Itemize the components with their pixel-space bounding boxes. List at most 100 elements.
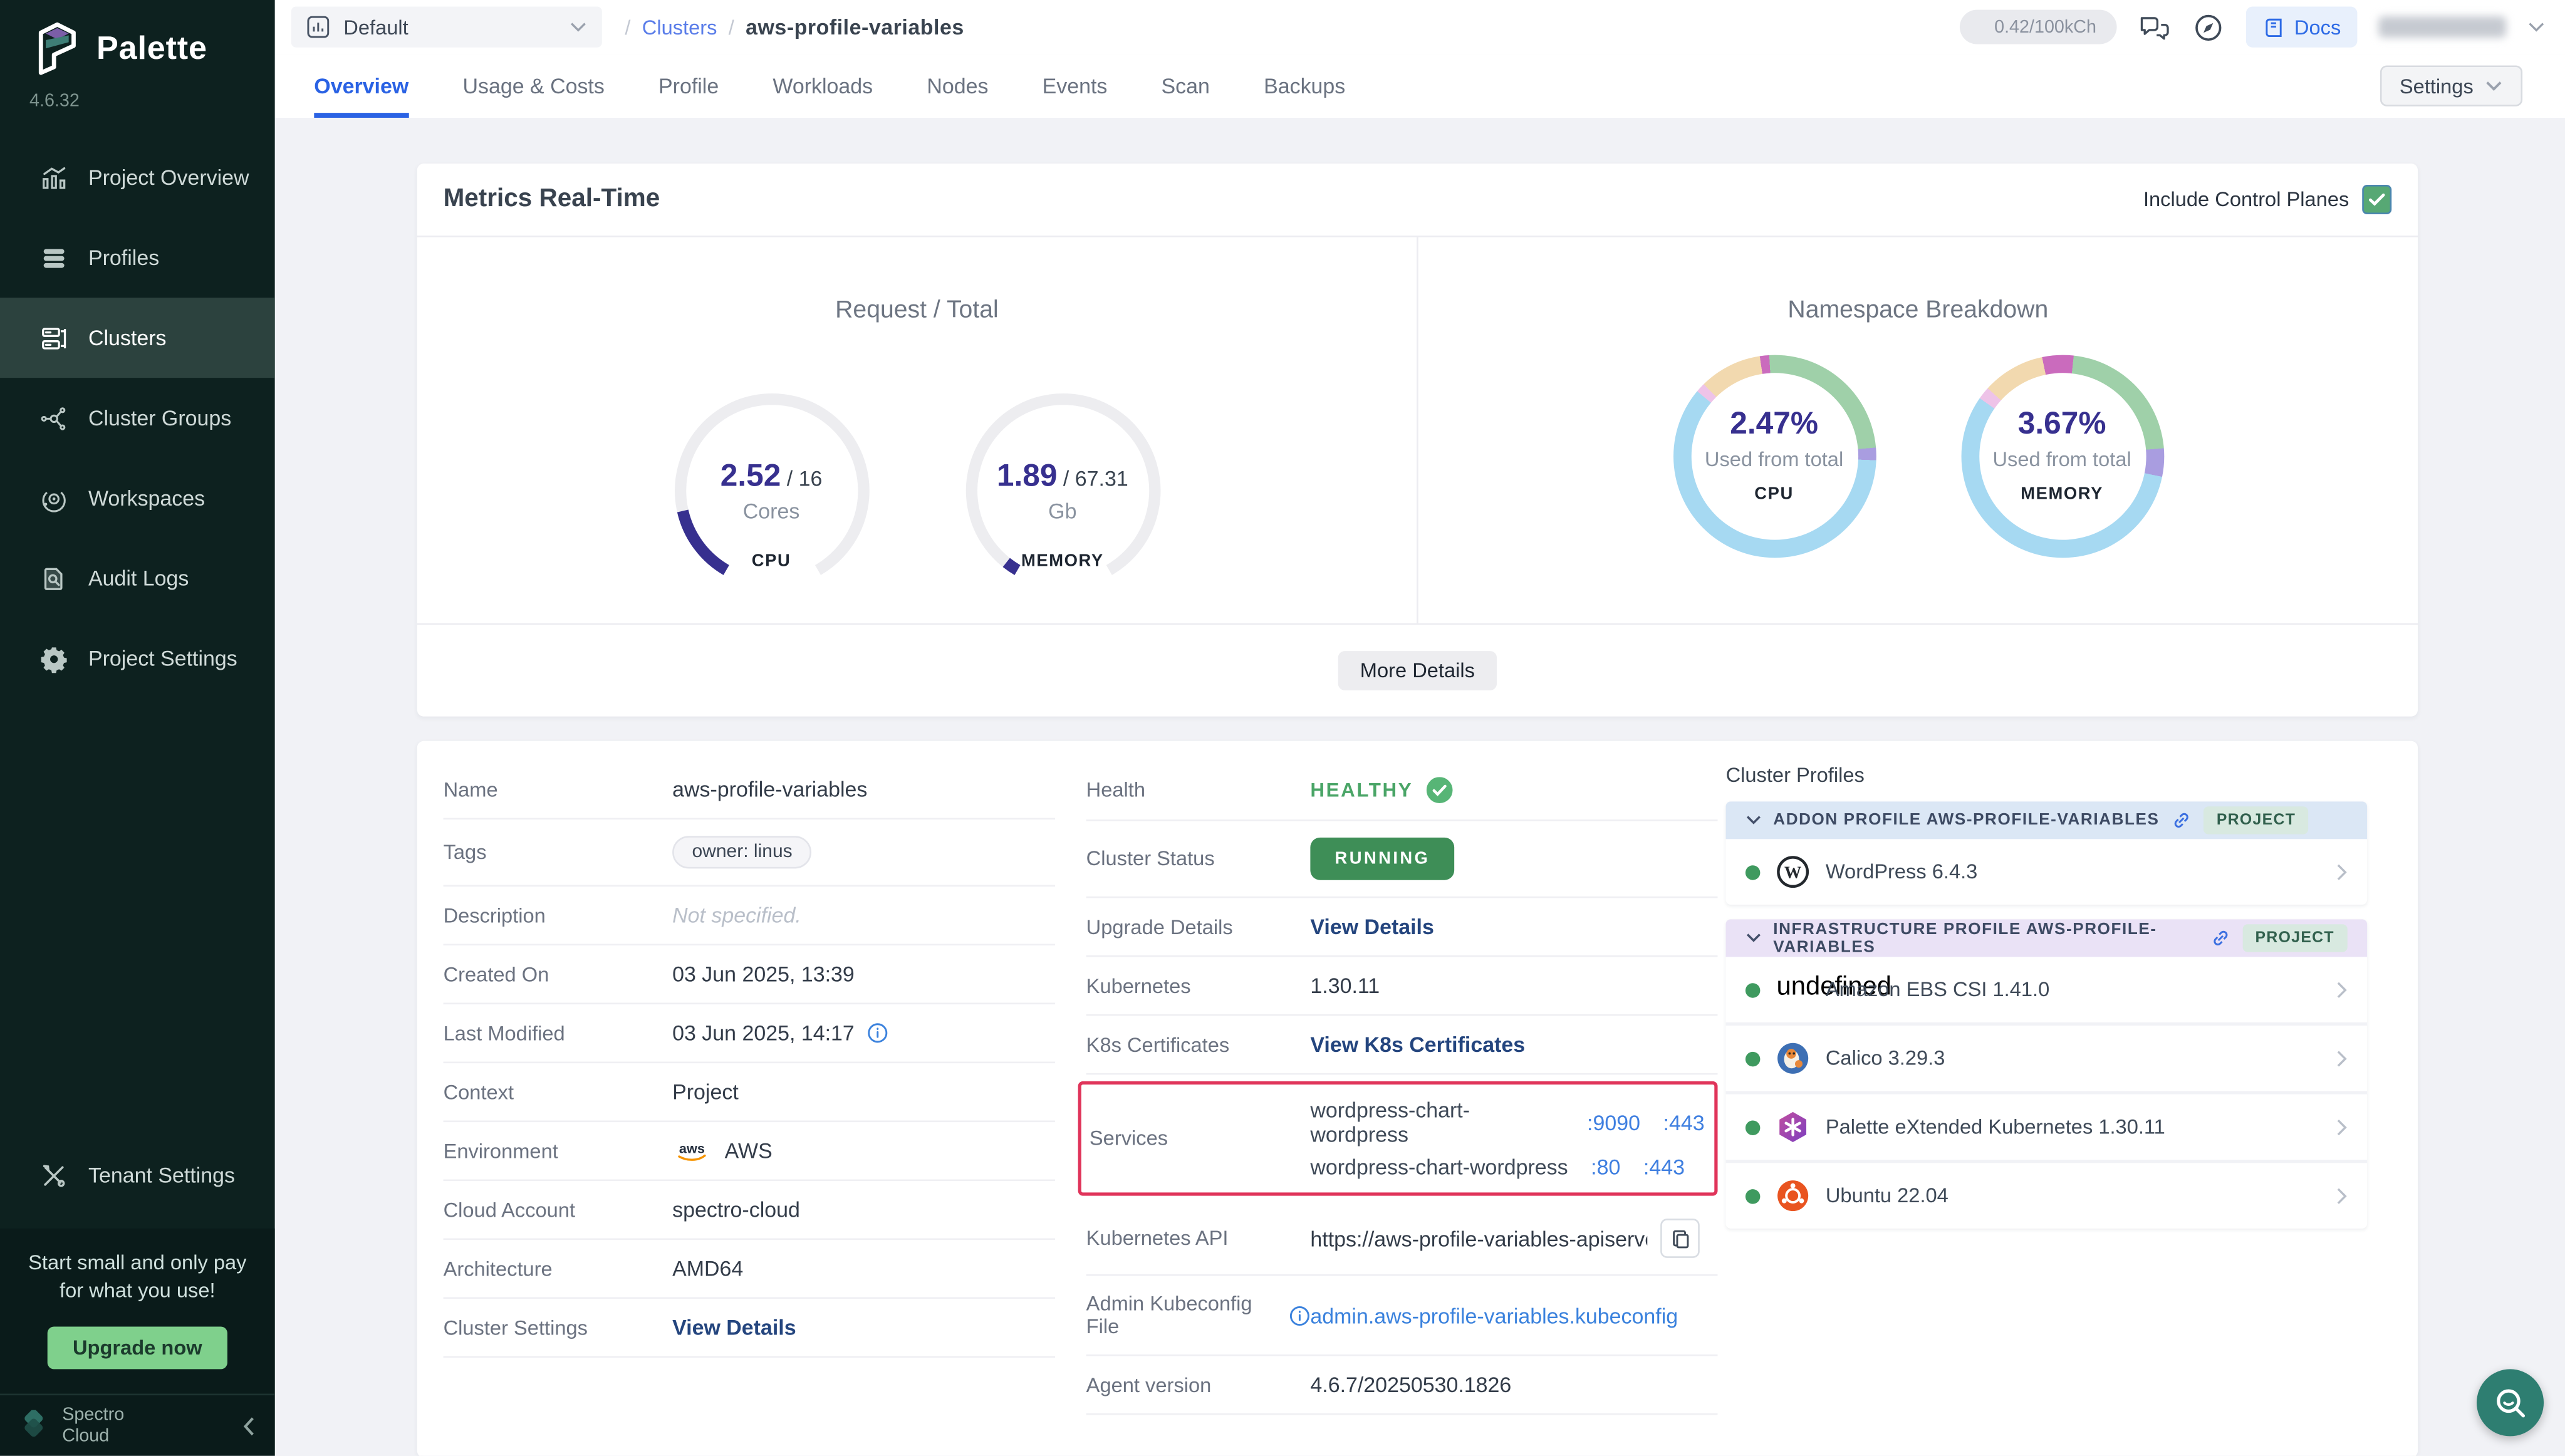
donut-value: 2.47% xyxy=(1673,407,1876,443)
detail-label: Description xyxy=(444,904,673,927)
upgrade-details-link[interactable]: View Details xyxy=(1310,915,1433,939)
chevron-down-icon xyxy=(2485,80,2503,93)
profile-item-ubuntu-22-04[interactable]: Ubuntu 22.04 xyxy=(1726,1163,2368,1228)
detail-value-text: Project xyxy=(672,1079,739,1104)
sidebar-item-profiles[interactable]: Profiles xyxy=(0,217,275,298)
detail-row-name: Name aws-profile-variables xyxy=(444,761,1056,819)
breadcrumb-separator xyxy=(625,16,630,39)
promo-text: Start small and only pay for what you us… xyxy=(13,1250,262,1305)
tab-backups[interactable]: Backups xyxy=(1264,54,1345,118)
link-icon xyxy=(2171,809,2192,831)
tag-pill: owner: linus xyxy=(672,836,812,868)
service-port-link[interactable]: :9090 xyxy=(1587,1110,1640,1135)
usage-credits-badge[interactable]: 0.42/100kCh xyxy=(1959,10,2116,44)
chevron-down-icon xyxy=(570,21,588,34)
bar-chart-icon xyxy=(39,163,69,192)
aws-logo-icon: aws xyxy=(672,1138,712,1163)
gauge-unit: Gb xyxy=(956,499,1168,523)
details-column-left: Name aws-profile-variables Tags owner: l… xyxy=(444,761,1056,1358)
sidebar-item-project-overview[interactable]: Project Overview xyxy=(0,137,275,217)
tab-scan[interactable]: Scan xyxy=(1162,54,1210,118)
sidebar-item-tenant-settings[interactable]: Tenant Settings xyxy=(0,1136,275,1216)
service-port-link[interactable]: :80 xyxy=(1591,1155,1620,1179)
tab-nodes[interactable]: Nodes xyxy=(927,54,988,118)
detail-row-tags: Tags owner: linus xyxy=(444,819,1056,887)
detail-label: Architecture xyxy=(444,1257,673,1281)
gauge-value: 1.89 / 67.31 xyxy=(956,460,1168,496)
settings-button[interactable]: Settings xyxy=(2380,65,2523,106)
sidebar-item-label: Workspaces xyxy=(88,486,205,510)
service-name: wordpress-chart-wordpress xyxy=(1310,1098,1564,1147)
settings-label: Settings xyxy=(2400,75,2474,98)
link-icon xyxy=(2209,927,2230,949)
app: Palette 4.6.32 Project Overview Profiles… xyxy=(0,0,2565,1456)
k8s-certificates-link[interactable]: View K8s Certificates xyxy=(1310,1032,1525,1057)
compass-icon[interactable] xyxy=(2191,11,2224,43)
tab-workloads[interactable]: Workloads xyxy=(773,54,873,118)
service-port-link[interactable]: :443 xyxy=(1663,1110,1705,1135)
breadcrumb-clusters-link[interactable]: Clusters xyxy=(642,16,717,39)
detail-label: Kubernetes xyxy=(1086,974,1311,997)
docs-button[interactable]: Docs xyxy=(2245,6,2358,47)
tab-overview[interactable]: Overview xyxy=(314,54,408,118)
cluster-settings-link[interactable]: View Details xyxy=(672,1315,796,1339)
more-details-button[interactable]: More Details xyxy=(1339,651,1496,690)
profile-item-amazon-ebs-csi-1-41-0[interactable]: undefined Amazon EBS CSI 1.41.0 xyxy=(1726,957,2368,1026)
status-dot xyxy=(1746,865,1760,879)
detail-value-text: Not specified. xyxy=(672,903,801,927)
project-badge: PROJECT xyxy=(2203,806,2309,834)
donut-cpu: 2.47% Used from total CPU xyxy=(1673,355,1876,558)
orbit-icon xyxy=(39,484,69,513)
tab-usage-costs[interactable]: Usage & Costs xyxy=(462,54,604,118)
profile-section-header[interactable]: ADDON PROFILE AWS-PROFILE-VARIABLES PROJ… xyxy=(1726,801,2368,839)
tab-events[interactable]: Events xyxy=(1043,54,1108,118)
info-icon[interactable] xyxy=(868,1022,889,1044)
user-menu-redacted[interactable] xyxy=(2378,16,2506,38)
chat-icon[interactable] xyxy=(2137,11,2170,43)
detail-row-architecture: Architecture AMD64 xyxy=(444,1240,1056,1299)
project-selector[interactable]: Default xyxy=(291,6,602,47)
copy-icon xyxy=(1669,1228,1690,1249)
sidebar-item-clusters[interactable]: Clusters xyxy=(0,298,275,378)
service-port-link[interactable]: :443 xyxy=(1643,1155,1685,1179)
donut-memory: 3.67% Used from total MEMORY xyxy=(1960,355,2163,558)
gauge-value: 2.52 / 16 xyxy=(665,460,877,496)
profile-section-header[interactable]: INFRASTRUCTURE PROFILE AWS-PROFILE-VARIA… xyxy=(1726,919,2368,957)
palette-logo-icon xyxy=(33,21,81,77)
collapse-sidebar-icon[interactable] xyxy=(242,1416,255,1435)
sidebar-item-audit-logs[interactable]: Audit Logs xyxy=(0,538,275,618)
upgrade-now-button[interactable]: Upgrade now xyxy=(48,1326,227,1369)
brand-name: Palette xyxy=(96,30,207,68)
chevron-right-icon xyxy=(2336,863,2347,881)
gauge-metric-label: CPU xyxy=(665,551,877,571)
profile-item-wordpress-6-4-3[interactable]: W WordPress 6.4.3 xyxy=(1726,839,2368,904)
wordpress-logo-icon: W xyxy=(1777,856,1809,888)
include-control-planes-label: Include Control Planes xyxy=(2143,188,2349,211)
detail-row-k8s-certificates: K8s Certificates View K8s Certificates xyxy=(1086,1016,1718,1074)
detail-value-text: AMD64 xyxy=(672,1256,743,1281)
metrics-card: Metrics Real-Time Include Control Planes… xyxy=(417,164,2418,717)
calico-logo-icon xyxy=(1777,1042,1809,1074)
project-icon xyxy=(306,14,330,39)
chevron-down-icon[interactable] xyxy=(2527,21,2546,34)
sidebar-item-workspaces[interactable]: Workspaces xyxy=(0,458,275,538)
include-control-planes-checkbox[interactable] xyxy=(2362,185,2391,214)
chevron-right-icon xyxy=(2336,1187,2347,1205)
sidebar-item-label: Clusters xyxy=(88,326,167,350)
status-dot xyxy=(1746,982,1760,997)
profile-item-calico-3-29-3[interactable]: Calico 3.29.3 xyxy=(1726,1026,2368,1095)
detail-value-text: AWS xyxy=(725,1138,773,1163)
help-search-button[interactable] xyxy=(2477,1369,2544,1436)
sidebar-item-label: Profiles xyxy=(88,246,159,270)
info-icon[interactable] xyxy=(1289,1304,1310,1326)
copy-button[interactable] xyxy=(1660,1219,1700,1258)
profile-section-infrastructure-profile-aws-profile-variables: INFRASTRUCTURE PROFILE AWS-PROFILE-VARIA… xyxy=(1726,919,2368,1228)
detail-row-kubernetes-api: Kubernetes API https://aws-profile-varia… xyxy=(1086,1202,1718,1276)
admin-kubeconfig-file-link[interactable]: admin.aws-profile-variables.kubeconfig xyxy=(1310,1303,1678,1328)
profile-item-palette-extended-kubernetes-1-30-11[interactable]: Palette eXtended Kubernetes 1.30.11 xyxy=(1726,1095,2368,1163)
servers-icon xyxy=(39,323,69,353)
sidebar-item-project-settings[interactable]: Project Settings xyxy=(0,618,275,699)
tab-profile[interactable]: Profile xyxy=(658,54,719,118)
status-dot xyxy=(1746,1051,1760,1066)
sidebar-item-cluster-groups[interactable]: Cluster Groups xyxy=(0,378,275,458)
